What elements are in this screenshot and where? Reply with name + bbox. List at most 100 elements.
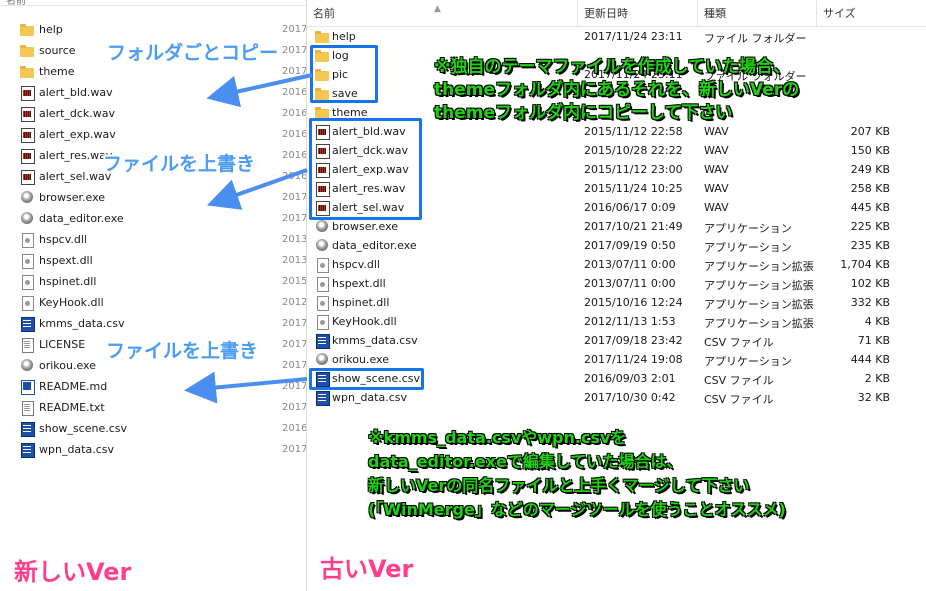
left-file-row[interactable]: show_scene.csv 2016 <box>20 418 306 439</box>
left-file-row[interactable]: README.md 2017 <box>20 376 306 397</box>
right-file-type: CSV ファイル <box>704 336 774 349</box>
date-column-label: 更新日時 <box>584 7 628 20</box>
left-file-date-clipped: 2017 <box>282 24 307 35</box>
old-version-label: 古いVer <box>320 555 414 583</box>
left-file-row[interactable]: hspinet.dll 2015 <box>20 271 307 292</box>
left-file-name: help <box>39 23 63 36</box>
left-file-row[interactable]: alert_exp.wav 2016 <box>20 124 307 145</box>
right-file-size: 1,704 KB <box>840 258 890 271</box>
folder-icon <box>315 29 329 44</box>
right-file-type: CSV ファイル <box>704 393 774 406</box>
theme-note: ※独自のテーマファイルを作成していた場合、 themeフォルダ内にあるそれを、新… <box>434 56 799 125</box>
right-file-size: 2 KB <box>864 372 890 385</box>
type-column-label: 種類 <box>704 7 726 20</box>
left-name-column-header[interactable]: 名前 <box>0 0 306 7</box>
right-file-type: CSV ファイル <box>704 374 774 387</box>
left-file-name: hspcv.dll <box>39 233 87 246</box>
left-file-date-clipped: 2015 <box>282 276 307 287</box>
right-file-row[interactable]: data_editor.exe 2017/09/19 0:50 アプリケーション 23… <box>307 237 926 256</box>
right-file-size: 207 KB <box>850 125 890 138</box>
exe-file-icon <box>20 190 34 205</box>
left-file-date-clipped: 2016 <box>282 171 307 182</box>
left-file-row[interactable]: README.txt 2017 <box>20 397 306 418</box>
right-file-date: 2015/11/24 10:25 <box>584 182 683 195</box>
text-file-icon <box>20 337 34 353</box>
type-column-header[interactable]: 種類 <box>698 0 817 26</box>
left-file-date-clipped: 2016 <box>282 129 307 140</box>
left-file-row[interactable]: hspext.dll 2013 <box>20 250 306 271</box>
md-file-icon <box>20 379 35 395</box>
new-version-label: 新しいVer <box>14 558 132 586</box>
right-file-row[interactable]: kmms_data.csv 2017/09/18 23:42 CSV ファイル 71 … <box>307 332 926 351</box>
folder-icon <box>20 22 34 37</box>
left-file-name: KeyHook.dll <box>39 296 104 309</box>
left-file-name: browser.exe <box>39 191 106 204</box>
right-file-date: 2016/09/03 2:01 <box>584 372 676 385</box>
right-file-name: kmms_data.csv <box>332 334 418 347</box>
wav-file-icon <box>20 106 35 122</box>
left-file-row[interactable]: alert_bld.wav 2016 <box>20 82 306 103</box>
left-file-row[interactable]: help 2017 <box>20 19 307 40</box>
right-file-date: 2017/09/19 0:50 <box>584 239 676 252</box>
merge-note: ※kmms_data.csvやwpn.csvを data_editor.exeで… <box>368 426 786 522</box>
sort-chevron-up-icon[interactable]: ▲ <box>434 4 441 14</box>
date-column-header[interactable]: 更新日時 <box>578 0 698 26</box>
theme-note-line-2: themeフォルダ内にあるそれを、新しいVerの <box>434 80 800 100</box>
wav-file-icon <box>20 148 35 164</box>
right-file-size: 444 KB <box>850 353 890 366</box>
folder-copy-callout: フォルダごとコピー <box>107 42 279 64</box>
right-file-row[interactable]: wpn_data.csv 2017/10/30 0:42 CSV ファイル 32 KB <box>307 389 926 408</box>
left-file-row[interactable]: KeyHook.dll 2012 <box>20 292 307 313</box>
right-file-date: 2012/11/13 1:53 <box>584 315 676 328</box>
name-column-header[interactable]: 名前 <box>307 0 578 26</box>
left-file-row[interactable]: hspcv.dll 2013 <box>20 229 306 250</box>
right-file-row[interactable]: hspcv.dll 2013/07/11 0:00 アプリケーション拡張 1,704 … <box>307 256 926 275</box>
right-file-size: 225 KB <box>850 220 890 233</box>
merge-note-line-1: ※kmms_data.csvやwpn.csvを <box>368 428 627 447</box>
size-column-header[interactable]: サイズ <box>817 0 926 26</box>
exe-file-icon <box>20 358 34 373</box>
csv-file-icon <box>20 442 35 458</box>
left-file-row[interactable]: alert_dck.wav 2016 <box>20 103 306 124</box>
right-file-date: 2017/10/30 0:42 <box>584 391 676 404</box>
left-file-row[interactable]: data_editor.exe 2017 <box>20 208 306 229</box>
right-file-name: KeyHook.dll <box>332 315 397 328</box>
right-file-date: 2015/10/28 22:22 <box>584 144 683 157</box>
exe-file-icon <box>315 219 329 234</box>
right-file-size: 332 KB <box>850 296 890 309</box>
csv-file-icon <box>315 333 330 349</box>
right-file-row[interactable]: hspext.dll 2013/07/11 0:00 アプリケーション拡張 102 K… <box>307 275 926 294</box>
left-file-name: alert_exp.wav <box>39 128 116 141</box>
right-file-size: 150 KB <box>850 144 890 157</box>
merge-note-line-4: (「WinMerge」などのマージツールを使うことオススメ) <box>368 500 786 519</box>
folder-icon <box>20 43 34 58</box>
right-file-row[interactable]: help 2017/11/24 23:11 ファイル フォルダー <box>307 28 926 47</box>
right-file-date: 2015/10/16 12:24 <box>584 296 683 309</box>
left-file-date-clipped: 2016 <box>282 150 307 161</box>
dll-file-icon <box>20 295 34 311</box>
overwrite-callout-2: ファイルを上書き <box>106 340 259 362</box>
left-file-row[interactable]: wpn_data.csv 2017 <box>20 439 306 460</box>
right-file-size: 4 KB <box>864 315 890 328</box>
dll-file-icon <box>20 253 34 269</box>
wav-file-icon <box>20 85 35 101</box>
right-file-size: 249 KB <box>850 163 890 176</box>
left-file-date-clipped: 2017 <box>282 360 307 371</box>
wav-file-icon <box>20 169 35 185</box>
left-file-name: alert_bld.wav <box>39 86 113 99</box>
left-file-row[interactable]: browser.exe 2017 <box>20 187 307 208</box>
dll-file-icon <box>315 314 329 330</box>
left-file-name: theme <box>39 65 75 78</box>
wav-highlight-box <box>309 118 422 220</box>
right-file-row[interactable]: KeyHook.dll 2012/11/13 1:53 アプリケーション拡張 4 KB <box>307 313 926 332</box>
right-file-row[interactable]: browser.exe 2017/10/21 21:49 アプリケーション 225 K… <box>307 218 926 237</box>
right-file-row[interactable]: hspinet.dll 2015/10/16 12:24 アプリケーション拡張 332… <box>307 294 926 313</box>
dll-file-icon <box>315 257 329 273</box>
left-file-row[interactable]: kmms_data.csv 2017 <box>20 313 306 334</box>
left-file-date-clipped: 2017 <box>282 192 307 203</box>
left-file-name: orikou.exe <box>39 359 96 372</box>
show-scene-highlight-box <box>309 368 424 390</box>
left-file-date-clipped: 2012 <box>282 297 307 308</box>
right-file-date: 2013/07/11 0:00 <box>584 258 676 271</box>
right-file-date: 2017/09/18 23:42 <box>584 334 683 347</box>
